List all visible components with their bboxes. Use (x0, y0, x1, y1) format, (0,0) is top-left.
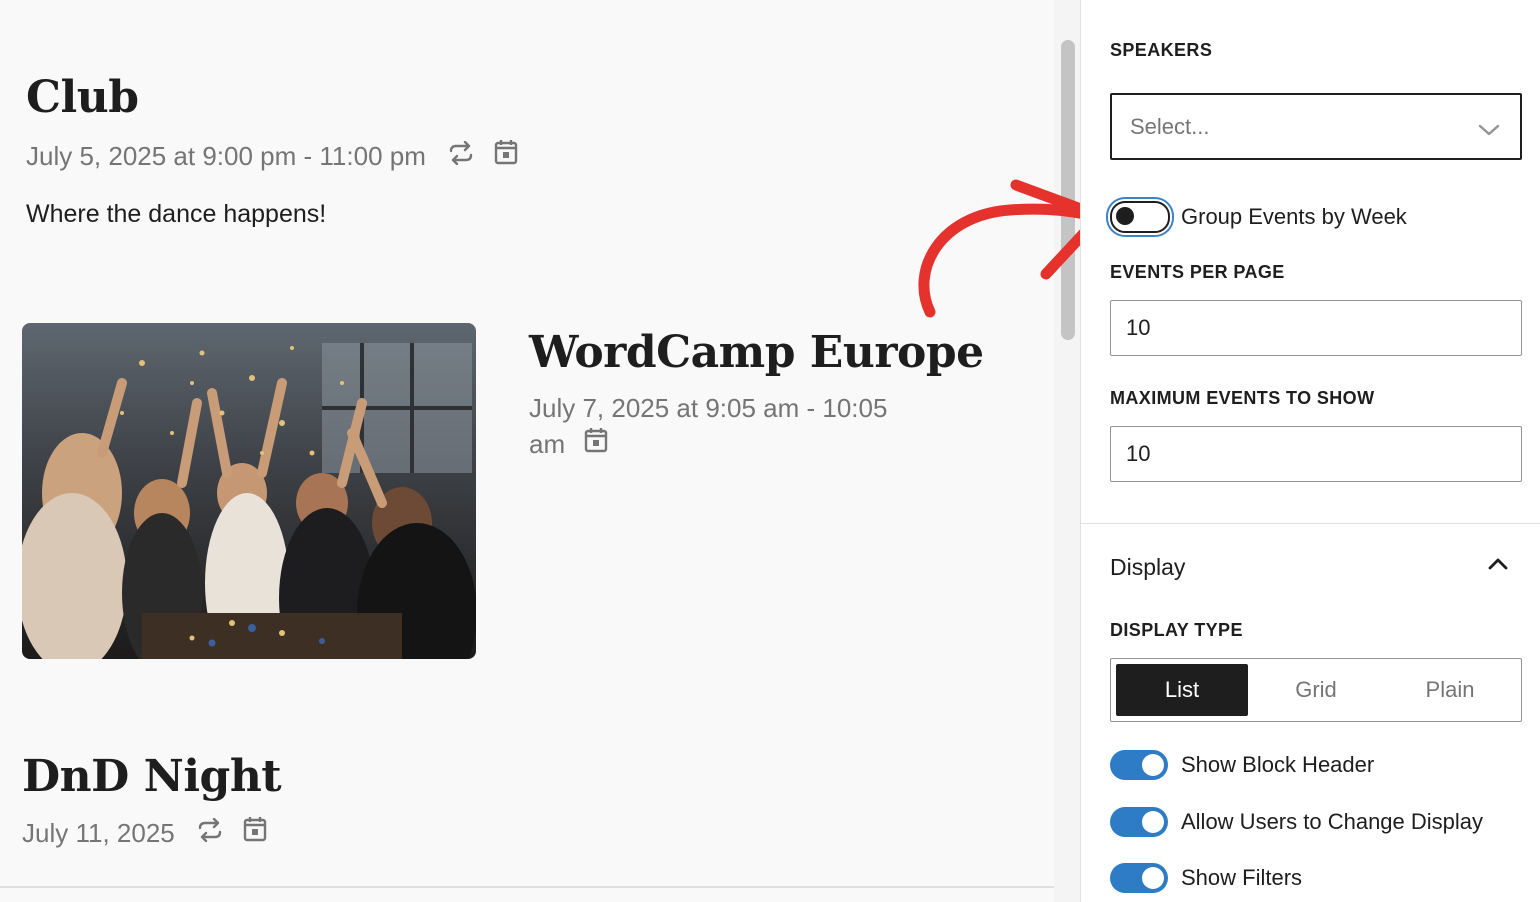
event-title-wordcamp[interactable]: WordCamp Europe (529, 327, 984, 378)
events-preview: Club July 5, 2025 at 9:00 pm - 11:00 pm … (0, 0, 1054, 902)
speakers-placeholder: Select... (1130, 113, 1210, 139)
max-events-label: MAXIMUM EVENTS TO SHOW (1110, 388, 1375, 408)
event-date-text: July 5, 2025 at 9:00 pm - 11:00 pm (26, 141, 426, 172)
group-events-by-week-label: Group Events by Week (1181, 204, 1407, 229)
block-settings-panel: SPEAKERS Select... Group Events by Week … (1080, 0, 1540, 902)
display-section-heading[interactable]: Display (1110, 554, 1185, 581)
event-image-party[interactable] (22, 323, 476, 659)
show-block-header-label: Show Block Header (1181, 752, 1375, 777)
max-events-value: 10 (1126, 441, 1151, 466)
event-description-club: Where the dance happens! (26, 200, 327, 228)
display-type-label: DISPLAY TYPE (1110, 620, 1243, 640)
event-date-wordcamp: July 7, 2025 at 9:05 am - 10:05 am (529, 391, 887, 461)
annotation-arrow-icon (900, 170, 1110, 325)
max-events-input[interactable]: 10 (1110, 426, 1522, 482)
events-per-page-input[interactable]: 10 (1110, 300, 1522, 356)
display-type-plain[interactable]: Plain (1384, 664, 1516, 716)
recurring-icon (447, 139, 475, 173)
show-filters-label: Show Filters (1181, 865, 1303, 890)
display-type-segmented-control: List Grid Plain (1110, 658, 1522, 722)
event-date-text-cont: am (529, 429, 566, 460)
speakers-select[interactable]: Select... (1110, 93, 1522, 160)
chevron-up-icon[interactable] (1487, 556, 1509, 577)
panel-divider (1081, 523, 1540, 524)
content-divider (0, 886, 1054, 888)
event-date-dnd-night: July 11, 2025 (22, 814, 267, 850)
calendar-icon (584, 427, 608, 461)
chevron-down-icon (1478, 117, 1500, 143)
events-per-page-value: 10 (1126, 315, 1151, 340)
toggle-knob (1116, 207, 1134, 225)
event-date-text: July 11, 2025 (22, 818, 175, 849)
event-date-club: July 5, 2025 at 9:00 pm - 11:00 pm (26, 137, 518, 173)
toggle-knob (1142, 811, 1164, 833)
event-date-text: July 7, 2025 at 9:05 am - 10:05 (529, 393, 888, 423)
show-block-header-toggle[interactable] (1110, 750, 1168, 780)
group-events-by-week-toggle[interactable] (1110, 201, 1170, 233)
event-title-club[interactable]: Club (26, 72, 139, 123)
allow-users-change-display-toggle[interactable] (1110, 807, 1168, 837)
speakers-label: SPEAKERS (1110, 40, 1213, 60)
calendar-icon (494, 139, 518, 173)
toggle-knob (1142, 754, 1164, 776)
events-per-page-label: EVENTS PER PAGE (1110, 262, 1285, 282)
recurring-icon (196, 816, 224, 850)
display-type-grid[interactable]: Grid (1250, 664, 1382, 716)
allow-users-change-display-label: Allow Users to Change Display (1181, 809, 1484, 834)
show-filters-toggle[interactable] (1110, 863, 1168, 893)
event-title-dnd-night[interactable]: DnD Night (22, 751, 282, 802)
toggle-knob (1142, 867, 1164, 889)
display-type-list[interactable]: List (1116, 664, 1248, 716)
calendar-icon (243, 816, 267, 850)
